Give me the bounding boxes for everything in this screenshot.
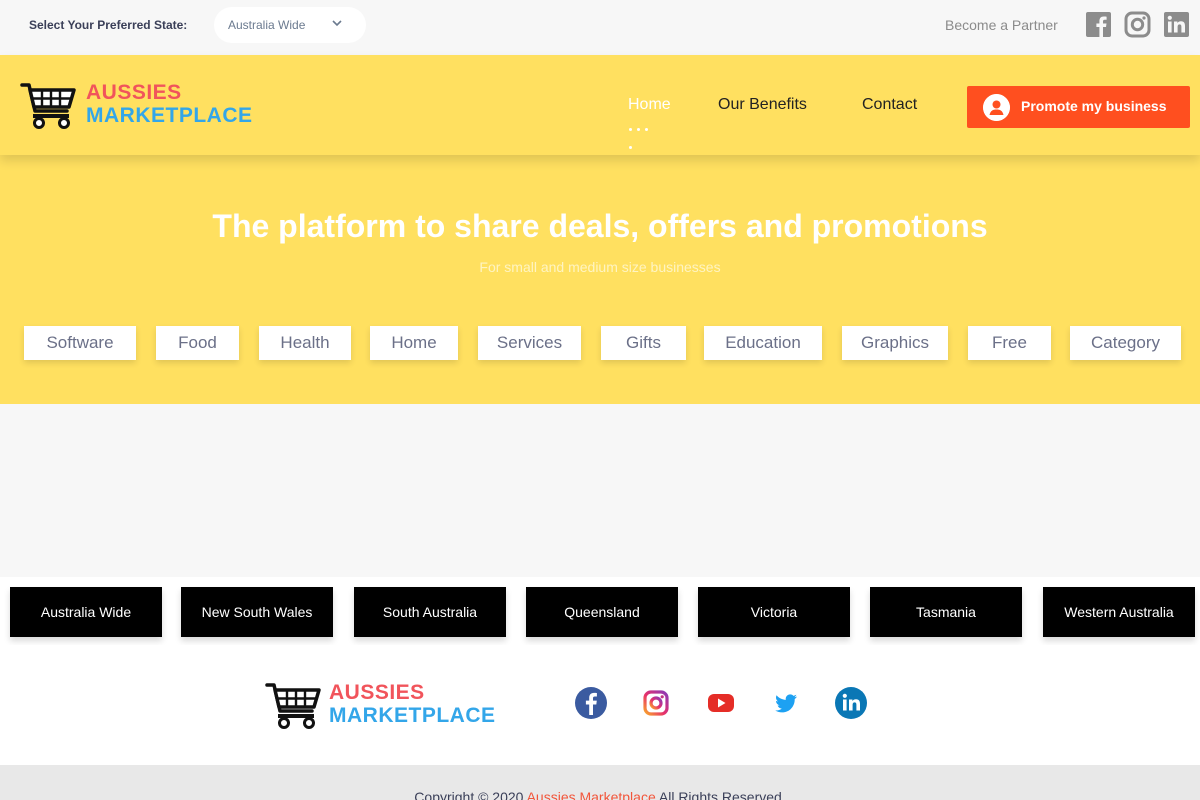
twitter-icon[interactable] [769,686,803,720]
shopping-cart-icon [265,683,321,729]
facebook-icon[interactable] [574,686,608,720]
nav-home[interactable]: Home [628,96,671,114]
linkedin-icon[interactable] [1163,11,1190,38]
facebook-icon[interactable] [1085,11,1112,38]
top-bar: Select Your Preferred State: Australia W… [0,0,1200,55]
footer-logo-text-marketplace: MARKETPLACE [329,704,496,727]
logo-text-marketplace: MARKETPLACE [86,104,253,127]
hero-subtitle: For small and medium size businesses [479,259,721,275]
copyright-prefix: Copyright © 2020 [414,789,524,800]
shopping-cart-icon [20,83,76,129]
state-south-australia[interactable]: South Australia [354,587,506,637]
youtube-icon[interactable] [704,686,738,720]
category-education[interactable]: Education [704,326,822,360]
copyright-suffix: All Rights Reserved. [658,789,786,800]
footer-logo-text-aussies: AUSSIES [329,681,425,704]
category-free[interactable]: Free [968,326,1051,360]
state-victoria[interactable]: Victoria [698,587,850,637]
user-icon [983,94,1010,121]
state-tasmania[interactable]: Tasmania [870,587,1022,637]
state-select[interactable]: Australia Wide [214,7,366,43]
category-services[interactable]: Services [478,326,581,360]
hero-section: The platform to share deals, offers and … [0,155,1200,404]
footer: AUSSIES MARKETPLACE [0,645,1200,765]
instagram-icon[interactable] [1124,11,1151,38]
site-logo[interactable]: AUSSIES MARKETPLACE [20,81,260,131]
category-gifts[interactable]: Gifts [601,326,686,360]
state-select-value: Australia Wide [228,18,306,32]
copyright-bar: Copyright © 2020 Aussies Marketplace All… [0,765,1200,800]
main-header: AUSSIES MARKETPLACE Home Our Benefits Co… [0,55,1200,155]
state-queensland[interactable]: Queensland [526,587,678,637]
become-partner-link[interactable]: Become a Partner [945,17,1058,33]
promote-business-label: Promote my business [1021,98,1167,114]
category-generic[interactable]: Category [1070,326,1181,360]
category-food[interactable]: Food [156,326,239,360]
category-graphics[interactable]: Graphics [842,326,948,360]
nav-contact[interactable]: Contact [862,96,917,114]
nav-active-indicator [629,118,659,149]
instagram-icon[interactable] [639,686,673,720]
promote-business-button[interactable]: Promote my business [967,86,1190,128]
logo-text-aussies: AUSSIES [86,81,182,104]
copyright-brand-link[interactable]: Aussies Marketplace [527,789,656,800]
category-home[interactable]: Home [370,326,458,360]
footer-logo[interactable]: AUSSIES MARKETPLACE [265,681,505,731]
copyright-text: Copyright © 2020 Aussies Marketplace All… [0,789,1200,800]
category-health[interactable]: Health [259,326,351,360]
chevron-down-icon [332,20,342,27]
category-software[interactable]: Software [24,326,136,360]
linkedin-icon[interactable] [834,686,868,720]
nav-our-benefits[interactable]: Our Benefits [718,96,807,114]
state-western-australia[interactable]: Western Australia [1043,587,1195,637]
state-new-south-wales[interactable]: New South Wales [181,587,333,637]
state-select-label: Select Your Preferred State: [29,18,188,32]
state-australia-wide[interactable]: Australia Wide [10,587,162,637]
hero-title: The platform to share deals, offers and … [212,208,988,244]
